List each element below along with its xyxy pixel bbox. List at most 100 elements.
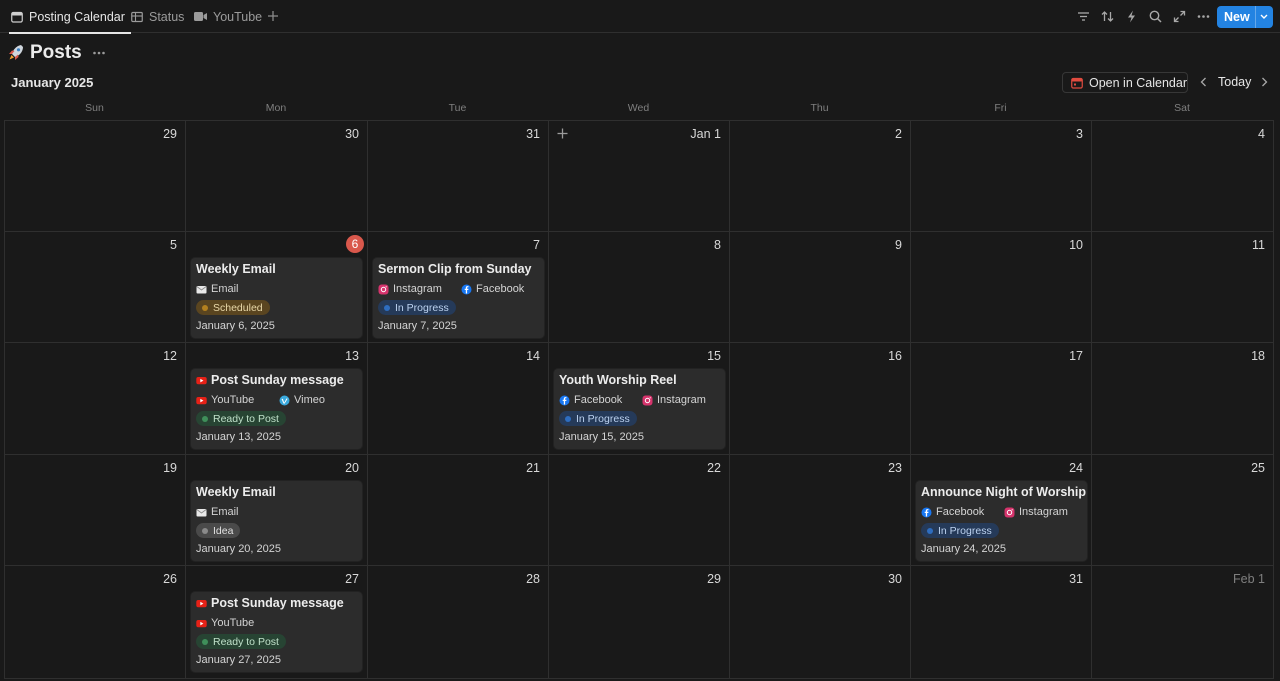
post-card[interactable]: Announce Night of Worship Facebook Instagr… xyxy=(916,481,1087,561)
day-number: 3 xyxy=(1076,127,1083,141)
status-dot xyxy=(202,304,208,311)
add-event-icon[interactable] xyxy=(556,127,569,140)
day-cell[interactable]: Feb 1 xyxy=(1092,566,1274,679)
status-dot xyxy=(202,527,208,534)
today-button[interactable]: Today xyxy=(1218,75,1251,89)
day-cell[interactable]: 8 xyxy=(549,232,730,343)
day-number: 16 xyxy=(888,349,902,363)
day-cell[interactable]: 19 xyxy=(5,455,186,566)
rocket-icon xyxy=(9,45,23,60)
day-number: 30 xyxy=(345,127,359,141)
day-cell[interactable]: 25 xyxy=(1092,455,1274,566)
email-icon xyxy=(196,284,207,295)
status-label: Ready to Post xyxy=(213,635,279,648)
day-cell[interactable]: 2 xyxy=(730,121,911,232)
day-cell[interactable]: 6 Weekly Email Email Scheduled January 6, 20… xyxy=(186,232,368,343)
day-cell[interactable]: 18 xyxy=(1092,343,1274,455)
platform-label: Email xyxy=(211,506,239,518)
tab-label: YouTube xyxy=(213,9,263,24)
platform-label: Facebook xyxy=(476,283,525,295)
day-cell[interactable]: 24 Announce Night of Worship Facebook Insta… xyxy=(911,455,1092,566)
email-icon xyxy=(196,507,207,518)
day-number: 21 xyxy=(526,461,540,475)
day-cell[interactable]: 15 Youth Worship Reel Facebook Instagram In … xyxy=(549,343,730,455)
youtube-icon xyxy=(196,375,207,386)
status-badge: In Progress xyxy=(378,300,456,315)
status-badge: Ready to Post xyxy=(196,411,286,426)
tab-youtube[interactable]: YouTube xyxy=(194,0,262,33)
day-number: 20 xyxy=(345,461,359,475)
day-cell[interactable]: 9 xyxy=(730,232,911,343)
facebook-icon xyxy=(921,507,932,518)
filter-icon[interactable] xyxy=(1076,9,1091,24)
day-cell[interactable]: 11 xyxy=(1092,232,1274,343)
chevron-right-icon[interactable] xyxy=(1258,76,1270,88)
post-title-text: Post Sunday message xyxy=(211,373,344,387)
day-cell[interactable]: 21 xyxy=(368,455,549,566)
day-cell[interactable]: 10 xyxy=(911,232,1092,343)
day-number: 31 xyxy=(1069,572,1083,586)
day-cell[interactable]: 17 xyxy=(911,343,1092,455)
post-card[interactable]: Post Sunday message YouTube Vimeo Ready to … xyxy=(191,369,362,449)
day-number: 15 xyxy=(707,349,721,363)
day-cell[interactable]: 26 xyxy=(5,566,186,679)
day-cell[interactable]: 30 xyxy=(730,566,911,679)
day-number: 29 xyxy=(707,572,721,586)
instagram-icon xyxy=(378,284,389,295)
day-cell[interactable]: 31 xyxy=(368,121,549,232)
day-cell[interactable]: 7 Sermon Clip from Sunday Instagram Faceboo… xyxy=(368,232,549,343)
day-cell[interactable]: 20 Weekly Email Email Idea January 20, 2025 xyxy=(186,455,368,566)
status-badge: Idea xyxy=(196,523,241,538)
status-label: Scheduled xyxy=(213,301,263,314)
calendar-icon xyxy=(11,11,23,23)
facebook-icon xyxy=(559,395,570,406)
day-cell[interactable]: 13 Post Sunday message YouTube Vimeo Ready t… xyxy=(186,343,368,455)
day-number: 30 xyxy=(888,572,902,586)
weekday-label: Wed xyxy=(627,102,650,114)
post-title: Youth Worship Reel xyxy=(559,373,677,387)
more-icon[interactable] xyxy=(92,46,106,60)
day-cell[interactable]: 14 xyxy=(368,343,549,455)
post-card[interactable]: Post Sunday message YouTube Ready to Post J… xyxy=(191,592,362,672)
post-card[interactable]: Weekly Email Email Scheduled January 6, 202… xyxy=(191,258,362,338)
new-button[interactable]: New xyxy=(1217,6,1273,28)
open-in-calendar-button[interactable]: Open in Calendar xyxy=(1062,72,1188,93)
day-cell[interactable]: 5 xyxy=(5,232,186,343)
youtube-icon xyxy=(196,598,207,609)
post-title: Sermon Clip from Sunday xyxy=(378,262,532,276)
add-view-icon[interactable] xyxy=(266,9,280,23)
post-card[interactable]: Sermon Clip from Sunday Instagram Facebook… xyxy=(373,258,544,338)
day-cell[interactable]: 12 xyxy=(5,343,186,455)
sort-icon[interactable] xyxy=(1100,9,1115,24)
status-badge: In Progress xyxy=(921,523,999,538)
day-number: Feb 1 xyxy=(1233,572,1265,586)
status-dot xyxy=(202,638,208,645)
day-cell[interactable]: 3 xyxy=(911,121,1092,232)
day-number: 19 xyxy=(163,461,177,475)
post-card[interactable]: Weekly Email Email Idea January 20, 2025 xyxy=(191,481,362,561)
status-label: In Progress xyxy=(576,412,630,425)
tab-posting-calendar[interactable]: Posting Calendar xyxy=(9,0,131,34)
day-number: 22 xyxy=(707,461,721,475)
platform-label: YouTube xyxy=(211,394,255,406)
search-icon[interactable] xyxy=(1148,9,1163,24)
day-cell[interactable]: 29 xyxy=(549,566,730,679)
more-icon[interactable] xyxy=(1196,9,1211,24)
automation-icon[interactable] xyxy=(1124,9,1139,24)
day-cell[interactable]: 23 xyxy=(730,455,911,566)
chevron-left-icon[interactable] xyxy=(1198,76,1210,88)
post-card[interactable]: Youth Worship Reel Facebook Instagram In Pr… xyxy=(554,369,725,449)
day-cell[interactable]: 30 xyxy=(186,121,368,232)
tab-status[interactable]: Status xyxy=(131,0,184,33)
day-cell[interactable]: 31 xyxy=(911,566,1092,679)
day-cell[interactable]: 22 xyxy=(549,455,730,566)
expand-icon[interactable] xyxy=(1172,9,1187,24)
day-cell[interactable]: 28 xyxy=(368,566,549,679)
day-cell[interactable]: 27 Post Sunday message YouTube Ready to Pos… xyxy=(186,566,368,679)
day-cell[interactable]: Jan 1 xyxy=(549,121,730,232)
post-date: January 6, 2025 xyxy=(196,320,275,332)
day-cell[interactable]: 29 xyxy=(5,121,186,232)
chevron-down-icon[interactable] xyxy=(1259,11,1269,21)
day-cell[interactable]: 16 xyxy=(730,343,911,455)
day-cell[interactable]: 4 xyxy=(1092,121,1274,232)
